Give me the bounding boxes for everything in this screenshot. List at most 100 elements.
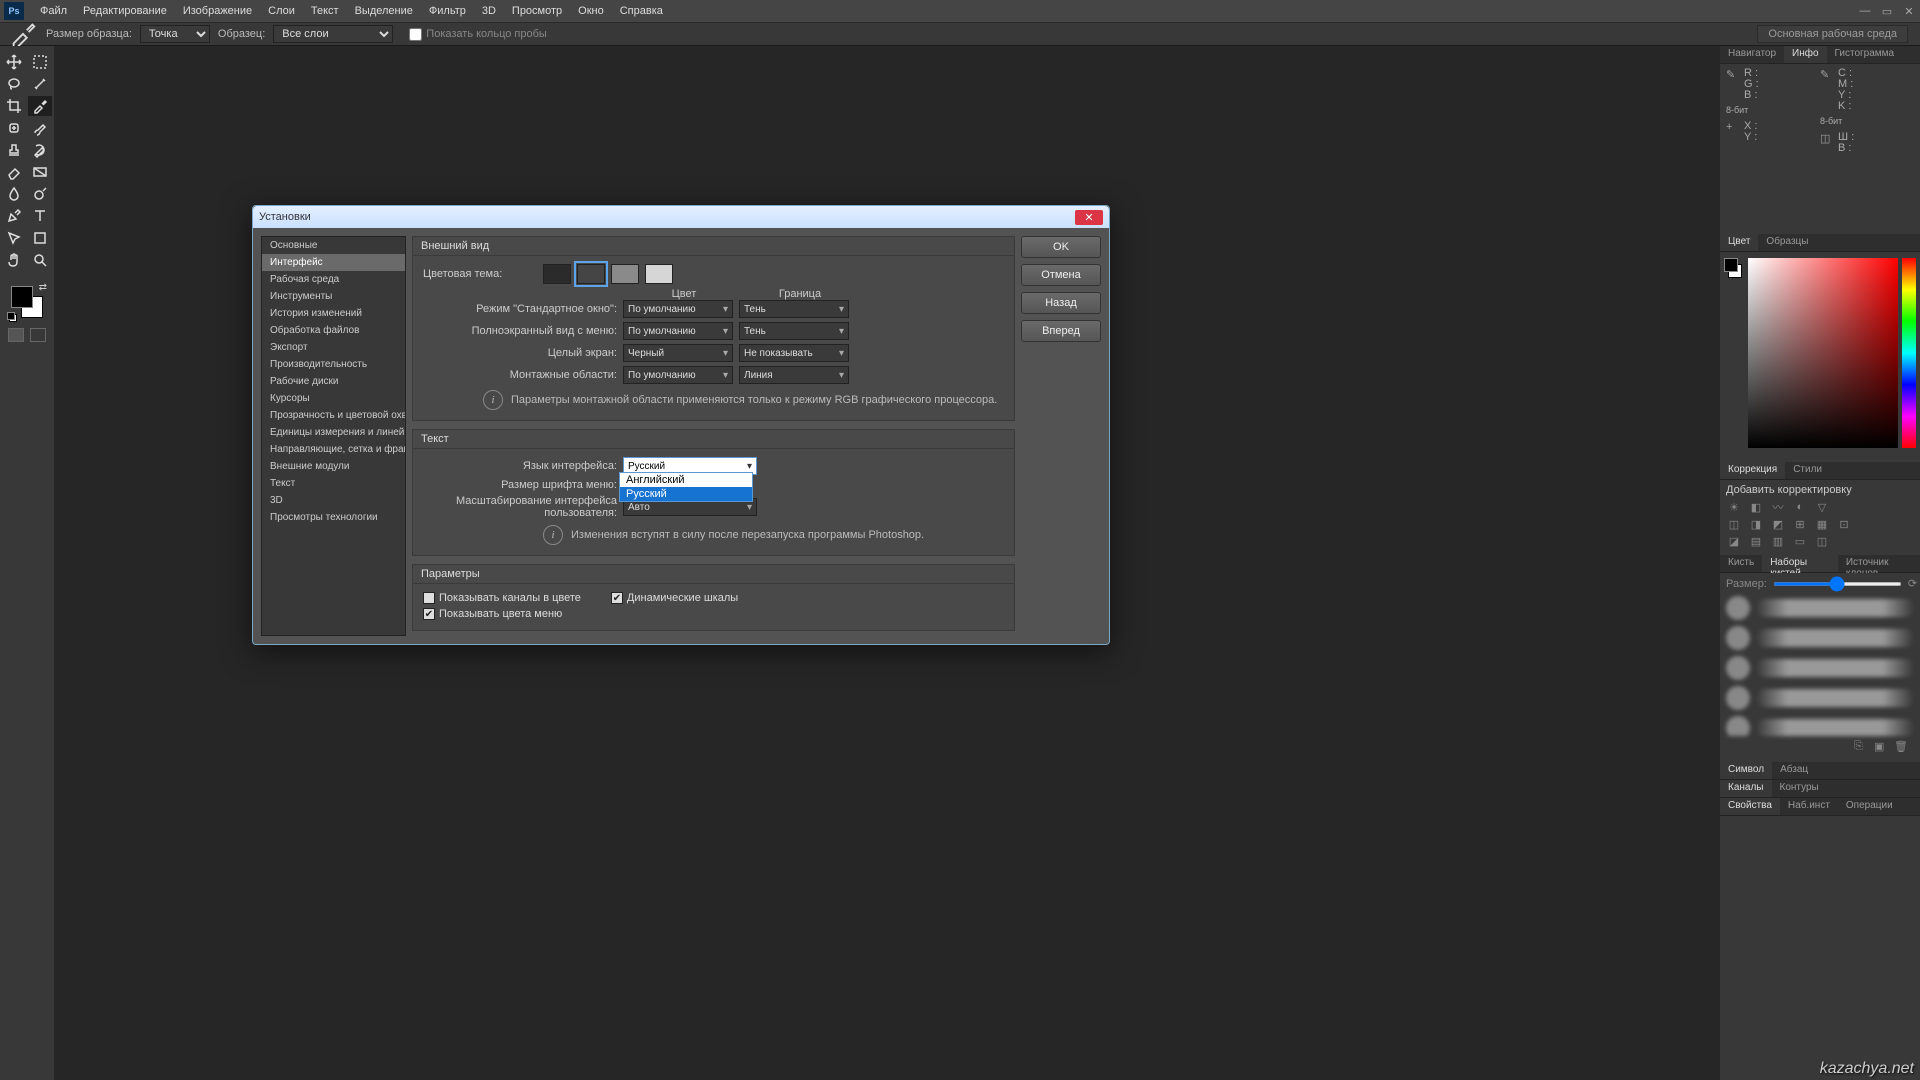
hue-slider[interactable] xyxy=(1902,258,1916,448)
window-minimize-icon[interactable]: — xyxy=(1854,0,1876,22)
theme-swatch[interactable] xyxy=(611,264,639,284)
path-select-icon[interactable] xyxy=(2,228,26,248)
category-item[interactable]: Текст xyxy=(262,475,405,492)
tab-brush[interactable]: Кисть xyxy=(1720,555,1762,572)
tab-adjustments[interactable]: Коррекция xyxy=(1720,462,1785,479)
window-maximize-icon[interactable]: ▭ xyxy=(1876,0,1898,22)
category-item[interactable]: Единицы измерения и линейки xyxy=(262,424,405,441)
menu-select[interactable]: Выделение xyxy=(347,0,421,22)
tab-channels[interactable]: Каналы xyxy=(1720,780,1772,797)
artboard-color-select[interactable]: По умолчанию xyxy=(623,366,733,384)
marquee-tool-icon[interactable] xyxy=(28,52,52,72)
brush-tool-icon[interactable] xyxy=(28,118,52,138)
channels-in-color-checkbox[interactable]: Показывать каналы в цвете xyxy=(423,592,581,604)
category-item[interactable]: Интерфейс xyxy=(262,254,405,271)
tab-info[interactable]: Инфо xyxy=(1784,46,1827,63)
vibrance-icon[interactable]: ▽ xyxy=(1814,500,1830,514)
menu-help[interactable]: Справка xyxy=(612,0,671,22)
menu-colors-checkbox[interactable]: ✔Показывать цвета меню xyxy=(423,608,562,620)
preset-new-icon[interactable]: ▣ xyxy=(1874,740,1888,754)
crop-tool-icon[interactable] xyxy=(2,96,26,116)
tab-histogram[interactable]: Гистограмма xyxy=(1827,46,1903,63)
history-brush-icon[interactable] xyxy=(28,140,52,160)
posterize-icon[interactable]: ▤ xyxy=(1748,534,1764,548)
brush-size-slider[interactable] xyxy=(1773,582,1902,586)
gradient-tool-icon[interactable] xyxy=(28,162,52,182)
language-option[interactable]: Английский xyxy=(620,473,752,487)
language-option[interactable]: Русский xyxy=(620,487,752,501)
standard-mode-icon[interactable] xyxy=(8,328,24,342)
pen-tool-icon[interactable] xyxy=(2,206,26,226)
tab-actions[interactable]: Операции xyxy=(1838,798,1901,815)
dodge-tool-icon[interactable] xyxy=(28,184,52,204)
mode-full-border-select[interactable]: Не показывать xyxy=(739,344,849,362)
menu-file[interactable]: Файл xyxy=(32,0,75,22)
color-field[interactable] xyxy=(1748,258,1898,448)
brightness-icon[interactable]: ☀ xyxy=(1726,500,1742,514)
hue-icon[interactable]: ◫ xyxy=(1726,517,1742,531)
dialog-titlebar[interactable]: Установки ✕ xyxy=(253,206,1109,228)
default-colors-icon[interactable] xyxy=(7,312,17,322)
photo-filter-icon[interactable]: ◩ xyxy=(1770,517,1786,531)
menu-layers[interactable]: Слои xyxy=(260,0,303,22)
ui-language-dropdown[interactable]: АнглийскийРусский xyxy=(619,472,753,502)
tab-color[interactable]: Цвет xyxy=(1720,234,1758,251)
fg-swatch-small[interactable] xyxy=(1724,258,1738,272)
category-item[interactable]: Прозрачность и цветовой охват xyxy=(262,407,405,424)
preset-trash-icon[interactable]: 🗑 xyxy=(1894,740,1908,754)
category-item[interactable]: Направляющие, сетка и фрагменты xyxy=(262,441,405,458)
flip-icon[interactable]: ⟳ xyxy=(1908,577,1917,590)
tab-properties[interactable]: Свойства xyxy=(1720,798,1780,815)
curves-icon[interactable]: 〰 xyxy=(1770,500,1786,514)
preferences-category-list[interactable]: ОсновныеИнтерфейсРабочая средаИнструмент… xyxy=(261,236,406,636)
cancel-button[interactable]: Отмена xyxy=(1021,264,1101,286)
menu-type[interactable]: Текст xyxy=(303,0,347,22)
dynamic-sliders-checkbox[interactable]: ✔Динамические шкалы xyxy=(611,592,738,604)
blur-tool-icon[interactable] xyxy=(2,184,26,204)
menu-image[interactable]: Изображение xyxy=(175,0,260,22)
tab-toolset[interactable]: Наб.инст xyxy=(1780,798,1838,815)
exposure-icon[interactable]: ◐ xyxy=(1792,500,1808,514)
theme-swatch[interactable] xyxy=(543,264,571,284)
bw-icon[interactable]: ◨ xyxy=(1748,517,1764,531)
next-button[interactable]: Вперед xyxy=(1021,320,1101,342)
zoom-tool-icon[interactable] xyxy=(28,250,52,270)
selective-icon[interactable]: ◫ xyxy=(1814,534,1830,548)
levels-icon[interactable]: ◧ xyxy=(1748,500,1764,514)
category-item[interactable]: Рабочие диски xyxy=(262,373,405,390)
tab-character[interactable]: Символ xyxy=(1720,762,1772,779)
category-item[interactable]: Внешние модули xyxy=(262,458,405,475)
threshold-icon[interactable]: ▥ xyxy=(1770,534,1786,548)
lasso-tool-icon[interactable] xyxy=(2,74,26,94)
workspace-switcher[interactable]: Основная рабочая среда xyxy=(1757,25,1908,43)
type-tool-icon[interactable] xyxy=(28,206,52,226)
show-ring-checkbox[interactable]: Показать кольцо пробы xyxy=(409,28,547,41)
menu-window[interactable]: Окно xyxy=(570,0,612,22)
category-item[interactable]: 3D xyxy=(262,492,405,509)
color-theme-picker[interactable] xyxy=(543,264,673,284)
menu-view[interactable]: Просмотр xyxy=(504,0,570,22)
mode-std-color-select[interactable]: По умолчанию xyxy=(623,300,733,318)
tab-swatches[interactable]: Образцы xyxy=(1758,234,1816,251)
menu-edit[interactable]: Редактирование xyxy=(75,0,175,22)
lut-icon[interactable]: ▦ xyxy=(1814,517,1830,531)
color-picker[interactable] xyxy=(1720,252,1920,462)
shape-tool-icon[interactable] xyxy=(28,228,52,248)
preset-doc-icon[interactable]: ⎘ xyxy=(1854,740,1868,754)
stamp-tool-icon[interactable] xyxy=(2,140,26,160)
category-item[interactable]: Экспорт xyxy=(262,339,405,356)
mode-full-color-select[interactable]: Черный xyxy=(623,344,733,362)
prev-button[interactable]: Назад xyxy=(1021,292,1101,314)
color-swatches[interactable]: ⇄ xyxy=(7,282,47,322)
dialog-close-icon[interactable]: ✕ xyxy=(1075,210,1103,225)
more-icon[interactable]: ⊡ xyxy=(1836,517,1852,531)
mode-fullmenu-color-select[interactable]: По умолчанию xyxy=(623,322,733,340)
category-item[interactable]: История изменений xyxy=(262,305,405,322)
tab-paragraph[interactable]: Абзац xyxy=(1772,762,1816,779)
mode-fullmenu-border-select[interactable]: Тень xyxy=(739,322,849,340)
tab-styles[interactable]: Стили xyxy=(1785,462,1830,479)
category-item[interactable]: Рабочая среда xyxy=(262,271,405,288)
healing-brush-icon[interactable] xyxy=(2,118,26,138)
swap-colors-icon[interactable]: ⇄ xyxy=(39,282,47,293)
brush-preset-list[interactable] xyxy=(1726,596,1914,736)
